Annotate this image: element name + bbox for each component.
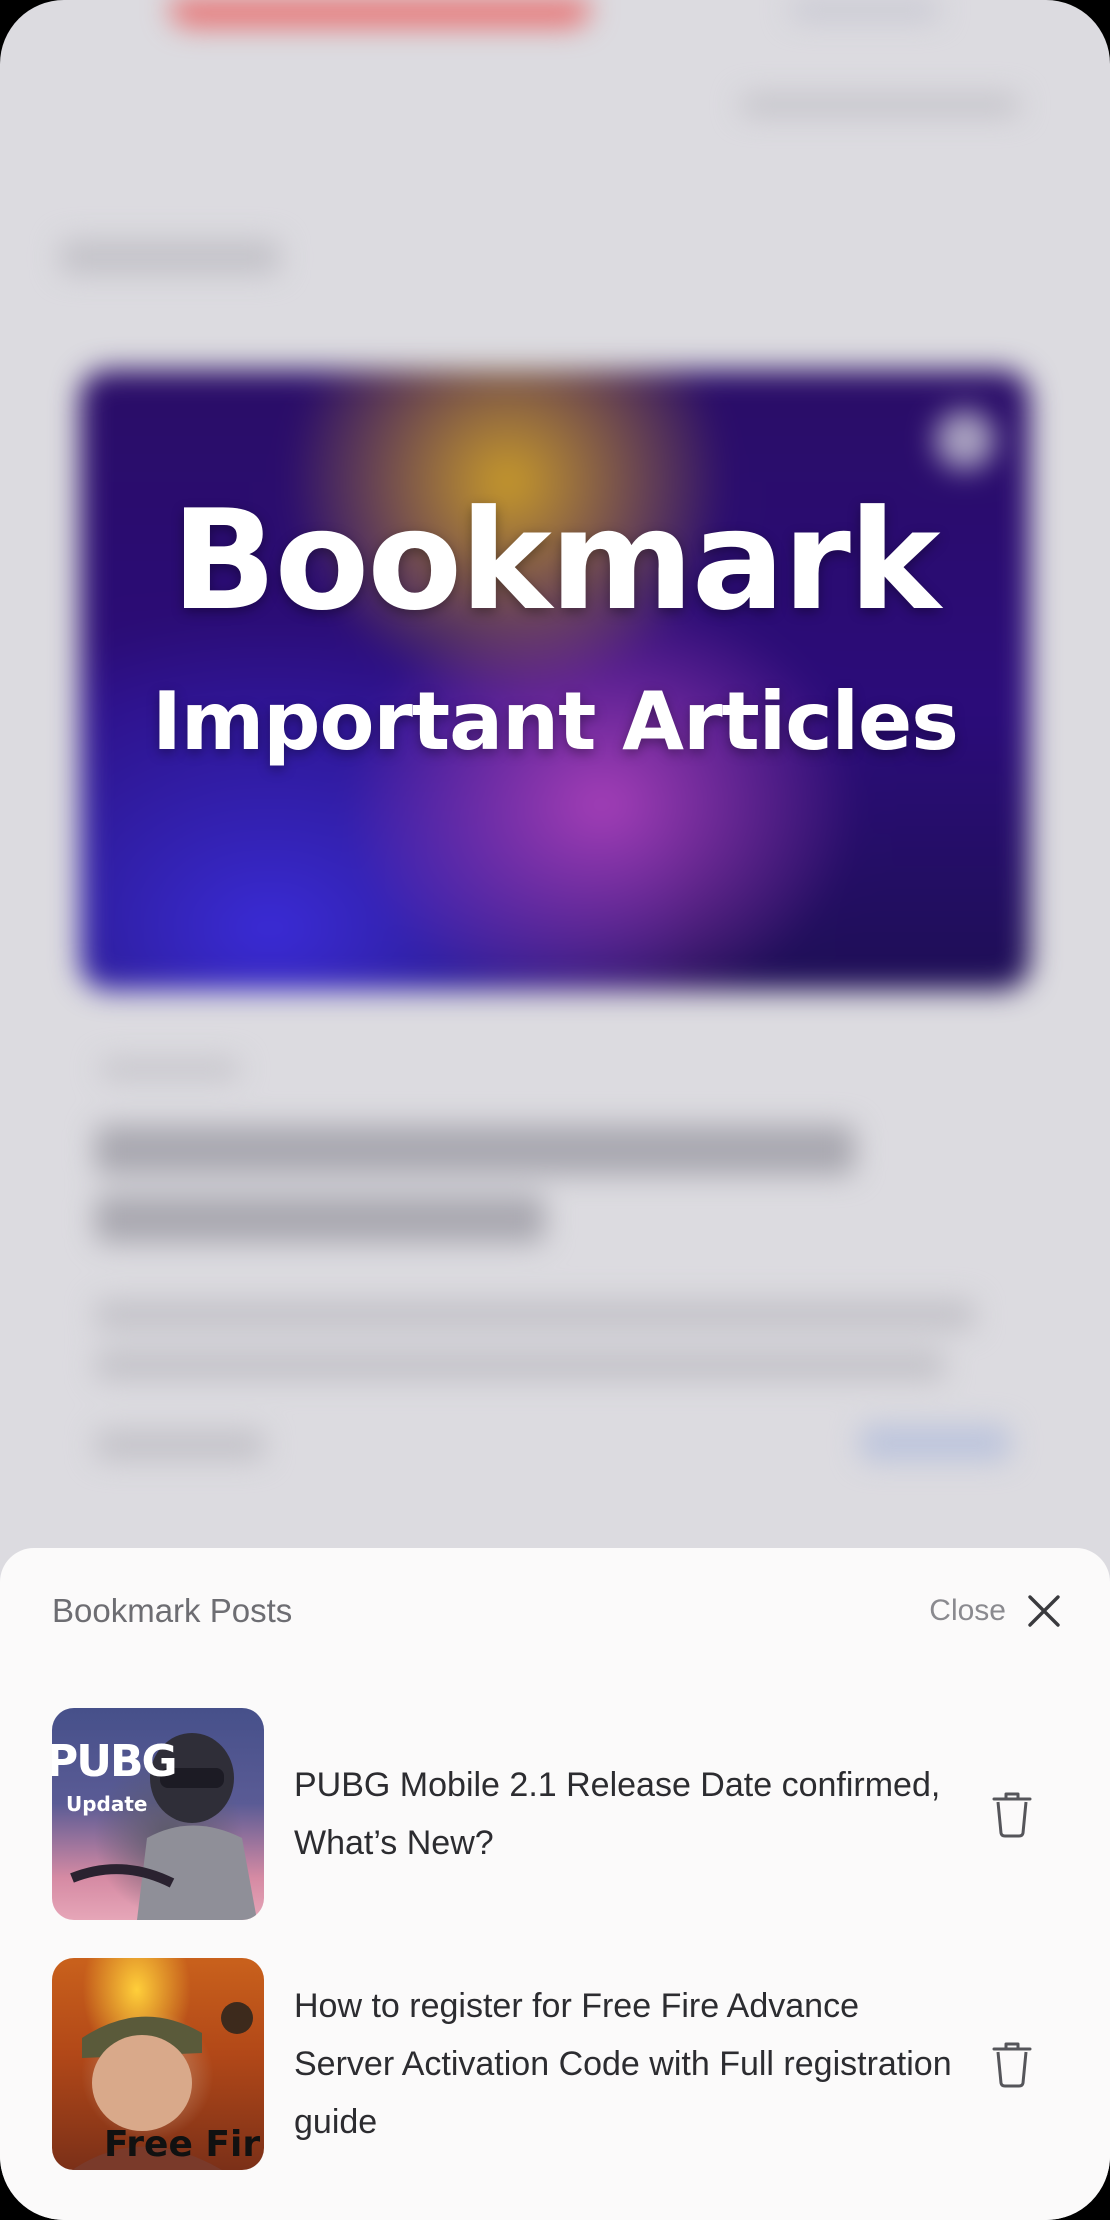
bg-top-bar — [170, 0, 590, 26]
sheet-title: Bookmark Posts — [52, 1592, 293, 1629]
article-thumbnail: PUBG Update — [52, 1708, 264, 1920]
thumb-text-title: PUBG — [52, 1736, 178, 1787]
bookmark-item[interactable]: Free Fir How to register for Free Fire A… — [52, 1958, 1062, 2170]
close-icon — [1028, 1595, 1060, 1627]
bg-article-body-1 — [95, 1300, 975, 1330]
trash-icon[interactable] — [990, 1789, 1034, 1839]
bg-meta — [100, 1060, 240, 1078]
close-label: Close — [929, 1594, 1006, 1627]
close-button[interactable]: Close — [929, 1586, 1064, 1636]
bg-article-title-2 — [95, 1195, 545, 1243]
bg-article-body-2 — [95, 1350, 945, 1380]
trash-icon[interactable] — [990, 2039, 1034, 2089]
bg-article-footer — [95, 1430, 265, 1460]
thumb-text-subtitle: Update — [66, 1792, 148, 1816]
bookmark-bottom-sheet: Bookmark Posts Close PUBG Update PUBG Mo… — [0, 1548, 1110, 2220]
overlay-headline: Bookmark — [171, 480, 940, 641]
article-title: How to register for Free Fire Advance Se… — [294, 1987, 952, 2141]
article-thumbnail: Free Fir — [52, 1958, 264, 2170]
bookmark-item[interactable]: PUBG Update PUBG Mobile 2.1 Release Date… — [52, 1708, 1062, 1920]
bg-header-line — [740, 95, 1020, 115]
phone-screen: Bookmark Important Articles Bookmark Pos… — [0, 0, 1110, 2220]
bg-hero-button — [935, 410, 995, 470]
thumb-text-title: Free Fir — [104, 2124, 261, 2165]
bg-top-bar-right — [790, 0, 940, 20]
overlay-subheadline: Important Articles — [152, 675, 959, 768]
bg-section-title — [60, 240, 280, 274]
bg-article-link — [860, 1425, 1010, 1461]
bg-article-title-1 — [95, 1125, 855, 1175]
article-title: PUBG Mobile 2.1 Release Date confirmed, … — [294, 1766, 941, 1862]
